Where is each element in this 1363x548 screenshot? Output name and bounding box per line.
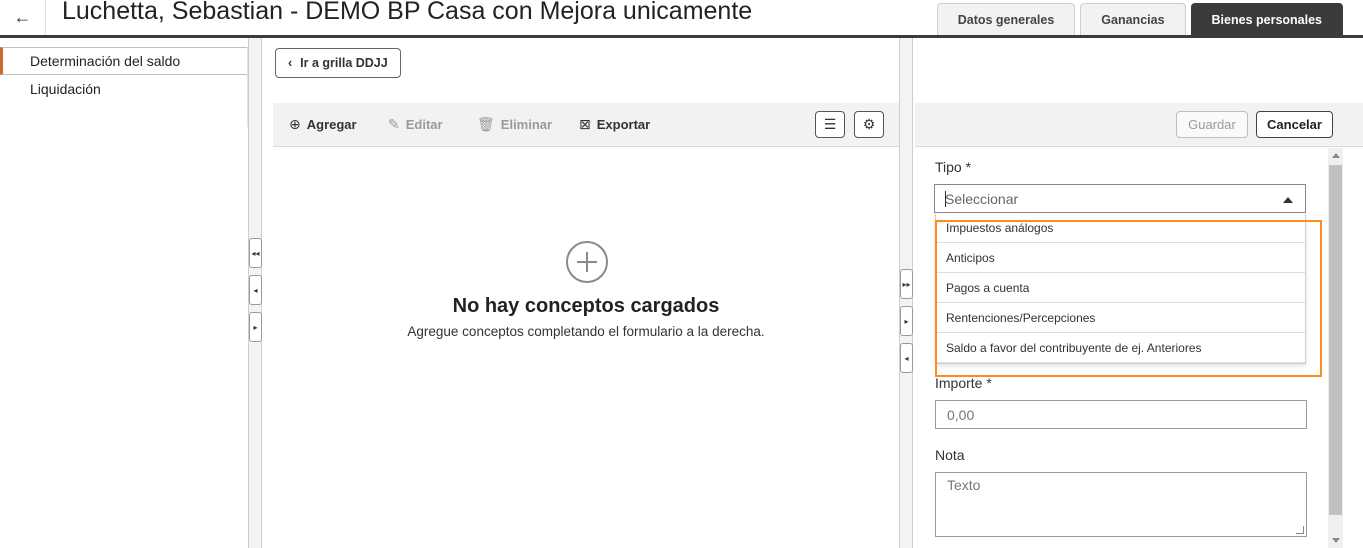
dropdown-option[interactable]: Anticipos bbox=[936, 243, 1305, 273]
main-tabs: Datos generales Ganancias Bienes persona… bbox=[936, 3, 1343, 35]
edit-button[interactable]: ✎ Editar bbox=[388, 116, 443, 133]
export-button[interactable]: ⊠ Exportar bbox=[579, 116, 650, 133]
delete-button[interactable]: 🗑 Eliminar bbox=[477, 116, 552, 133]
back-arrow-icon[interactable]: ← bbox=[0, 0, 46, 35]
scroll-up-icon[interactable] bbox=[1332, 153, 1340, 158]
add-button[interactable]: ⊕ Agregar bbox=[289, 116, 357, 133]
pencil-icon: ✎ bbox=[388, 116, 400, 132]
collapse-left-icon[interactable]: ◂ bbox=[249, 275, 262, 305]
chevron-left-icon: ‹ bbox=[288, 56, 293, 70]
collapse-right-icon[interactable]: ◂ bbox=[900, 343, 913, 373]
collapse-all-left-icon[interactable]: ◂◂ bbox=[249, 238, 262, 268]
page-title: Luchetta, Sebastian - DEMO BP Casa con M… bbox=[62, 0, 753, 25]
tab-ganancias[interactable]: Ganancias bbox=[1080, 3, 1186, 35]
app-header: ← Luchetta, Sebastian - DEMO BP Casa con… bbox=[0, 0, 1363, 38]
delete-label: Eliminar bbox=[500, 117, 553, 132]
columns-icon[interactable]: ☰ bbox=[815, 111, 845, 138]
sidebar-item-liquidacion[interactable]: Liquidación bbox=[0, 75, 248, 103]
nota-placeholder: Texto bbox=[947, 477, 981, 493]
sidebar-item-determinacion-saldo[interactable]: Determinación del saldo bbox=[0, 47, 248, 75]
back-to-ddjj-button[interactable]: ‹ Ir a grilla DDJJ bbox=[275, 48, 401, 78]
nota-label: Nota bbox=[935, 447, 965, 463]
nota-textarea[interactable]: Texto bbox=[935, 472, 1307, 537]
dropdown-option[interactable]: Pagos a cuenta bbox=[936, 273, 1305, 303]
expand-right-icon[interactable]: ▸ bbox=[900, 306, 913, 336]
dropdown-option[interactable]: Rentenciones/Percepciones bbox=[936, 303, 1305, 333]
settings-gear-icon[interactable]: ⚙ bbox=[854, 111, 884, 138]
add-label: Agregar bbox=[306, 117, 357, 132]
grid-toolbar: ⊕ Agregar ✎ Editar 🗑 Eliminar ⊠ Exportar… bbox=[273, 103, 899, 147]
back-to-ddjj-label: Ir a grilla DDJJ bbox=[300, 56, 388, 70]
importe-input[interactable]: 0,00 bbox=[935, 400, 1307, 429]
scroll-down-icon[interactable] bbox=[1332, 538, 1340, 543]
plus-circle-icon: ⊕ bbox=[289, 116, 301, 132]
sidebar: Determinación del saldo Liquidación bbox=[0, 47, 248, 103]
resize-grip-icon[interactable] bbox=[1296, 526, 1304, 534]
caret-up-icon bbox=[1283, 197, 1293, 203]
dropdown-option[interactable]: Saldo a favor del contribuyente de ej. A… bbox=[936, 333, 1305, 363]
tipo-dropdown-list: Impuestos análogos Anticipos Pagos a cue… bbox=[935, 214, 1306, 364]
tipo-select-value: Seleccionar bbox=[945, 190, 1019, 207]
importe-label: Importe * bbox=[935, 375, 992, 391]
expand-all-right-icon[interactable]: ▸▸ bbox=[900, 269, 913, 299]
export-label: Exportar bbox=[596, 117, 651, 132]
save-button[interactable]: Guardar bbox=[1176, 111, 1248, 138]
form-scrollbar[interactable] bbox=[1328, 148, 1343, 548]
excel-icon: ⊠ bbox=[579, 116, 591, 132]
empty-state-title: No hay conceptos cargados bbox=[452, 295, 720, 317]
text-cursor bbox=[945, 191, 946, 207]
tipo-select[interactable]: Seleccionar bbox=[934, 184, 1306, 213]
trash-icon: 🗑 bbox=[477, 116, 495, 132]
dropdown-option[interactable]: Impuestos análogos bbox=[936, 214, 1305, 243]
tipo-label: Tipo * bbox=[935, 159, 972, 175]
expand-left-icon[interactable]: ▸ bbox=[249, 312, 262, 342]
empty-state-subtitle: Agregue conceptos completando el formula… bbox=[407, 324, 765, 339]
tab-datos-generales[interactable]: Datos generales bbox=[936, 3, 1076, 35]
edit-label: Editar bbox=[405, 117, 443, 132]
tab-bienes-personales[interactable]: Bienes personales bbox=[1190, 3, 1343, 35]
empty-state-plus-icon bbox=[566, 241, 608, 283]
scroll-thumb[interactable] bbox=[1329, 165, 1342, 515]
cancel-button[interactable]: Cancelar bbox=[1256, 111, 1333, 138]
